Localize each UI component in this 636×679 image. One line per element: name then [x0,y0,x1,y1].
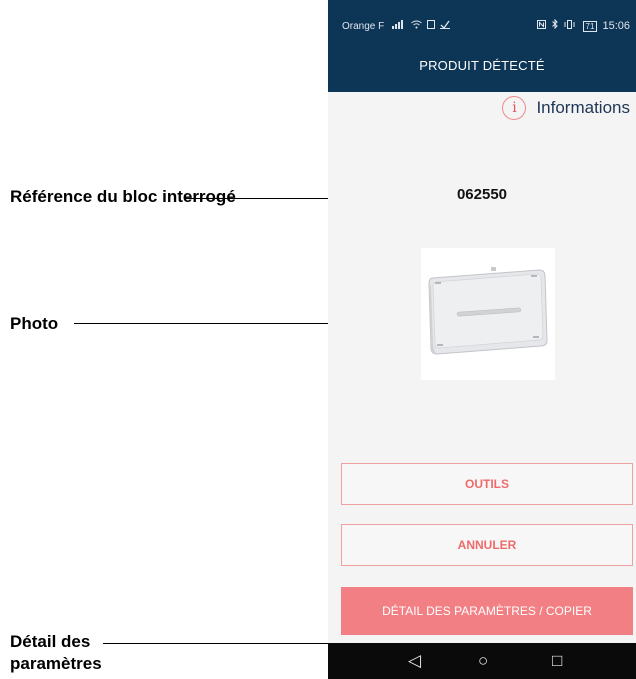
clock: 15:06 [602,20,630,32]
bluetooth-icon [552,18,561,32]
vibrate-icon [564,20,578,32]
wifi-icon [411,20,425,32]
battery-icon: 71 [582,21,598,32]
status-left: Orange F [342,20,451,32]
nfc-icon [537,20,549,32]
informations-link[interactable]: i Informations [502,96,630,120]
cancel-button[interactable]: ANNULER [341,524,633,566]
home-icon[interactable]: ○ [478,651,488,671]
screen-title: PRODUIT DÉTECTÉ [419,57,545,73]
info-icon: i [502,96,527,120]
status-right: 71 15:06 [537,18,630,32]
recents-icon[interactable]: □ [552,651,562,671]
params-annotation: Détail des paramètres [10,632,102,673]
phone-screen: Orange F 71 15:06 PRODUIT DÉTECTÉ i Info… [328,0,636,679]
notification-icon [426,20,438,32]
emergency-light-block-image [428,267,548,355]
parameter-details-copy-button[interactable]: DÉTAIL DES PARAMÈTRES / COPIER [341,587,633,635]
product-photo [421,248,555,380]
photo-annotation: Photo [10,314,59,333]
carrier-name: Orange F [342,21,385,32]
status-bar: Orange F 71 15:06 [328,0,636,38]
params-leader-line [103,643,345,644]
app-bar: PRODUIT DÉTECTÉ [328,38,636,92]
reference-annotation: Référence du bloc interrogé [10,187,236,206]
tools-button[interactable]: OUTILS [341,463,633,505]
informations-label: Informations [536,98,630,117]
system-nav-bar: ◁ ○ □ [328,643,636,679]
signal-icon [392,20,409,32]
product-reference: 062550 [456,186,508,203]
back-icon[interactable]: ◁ [408,651,421,671]
download-check-icon [440,20,451,32]
